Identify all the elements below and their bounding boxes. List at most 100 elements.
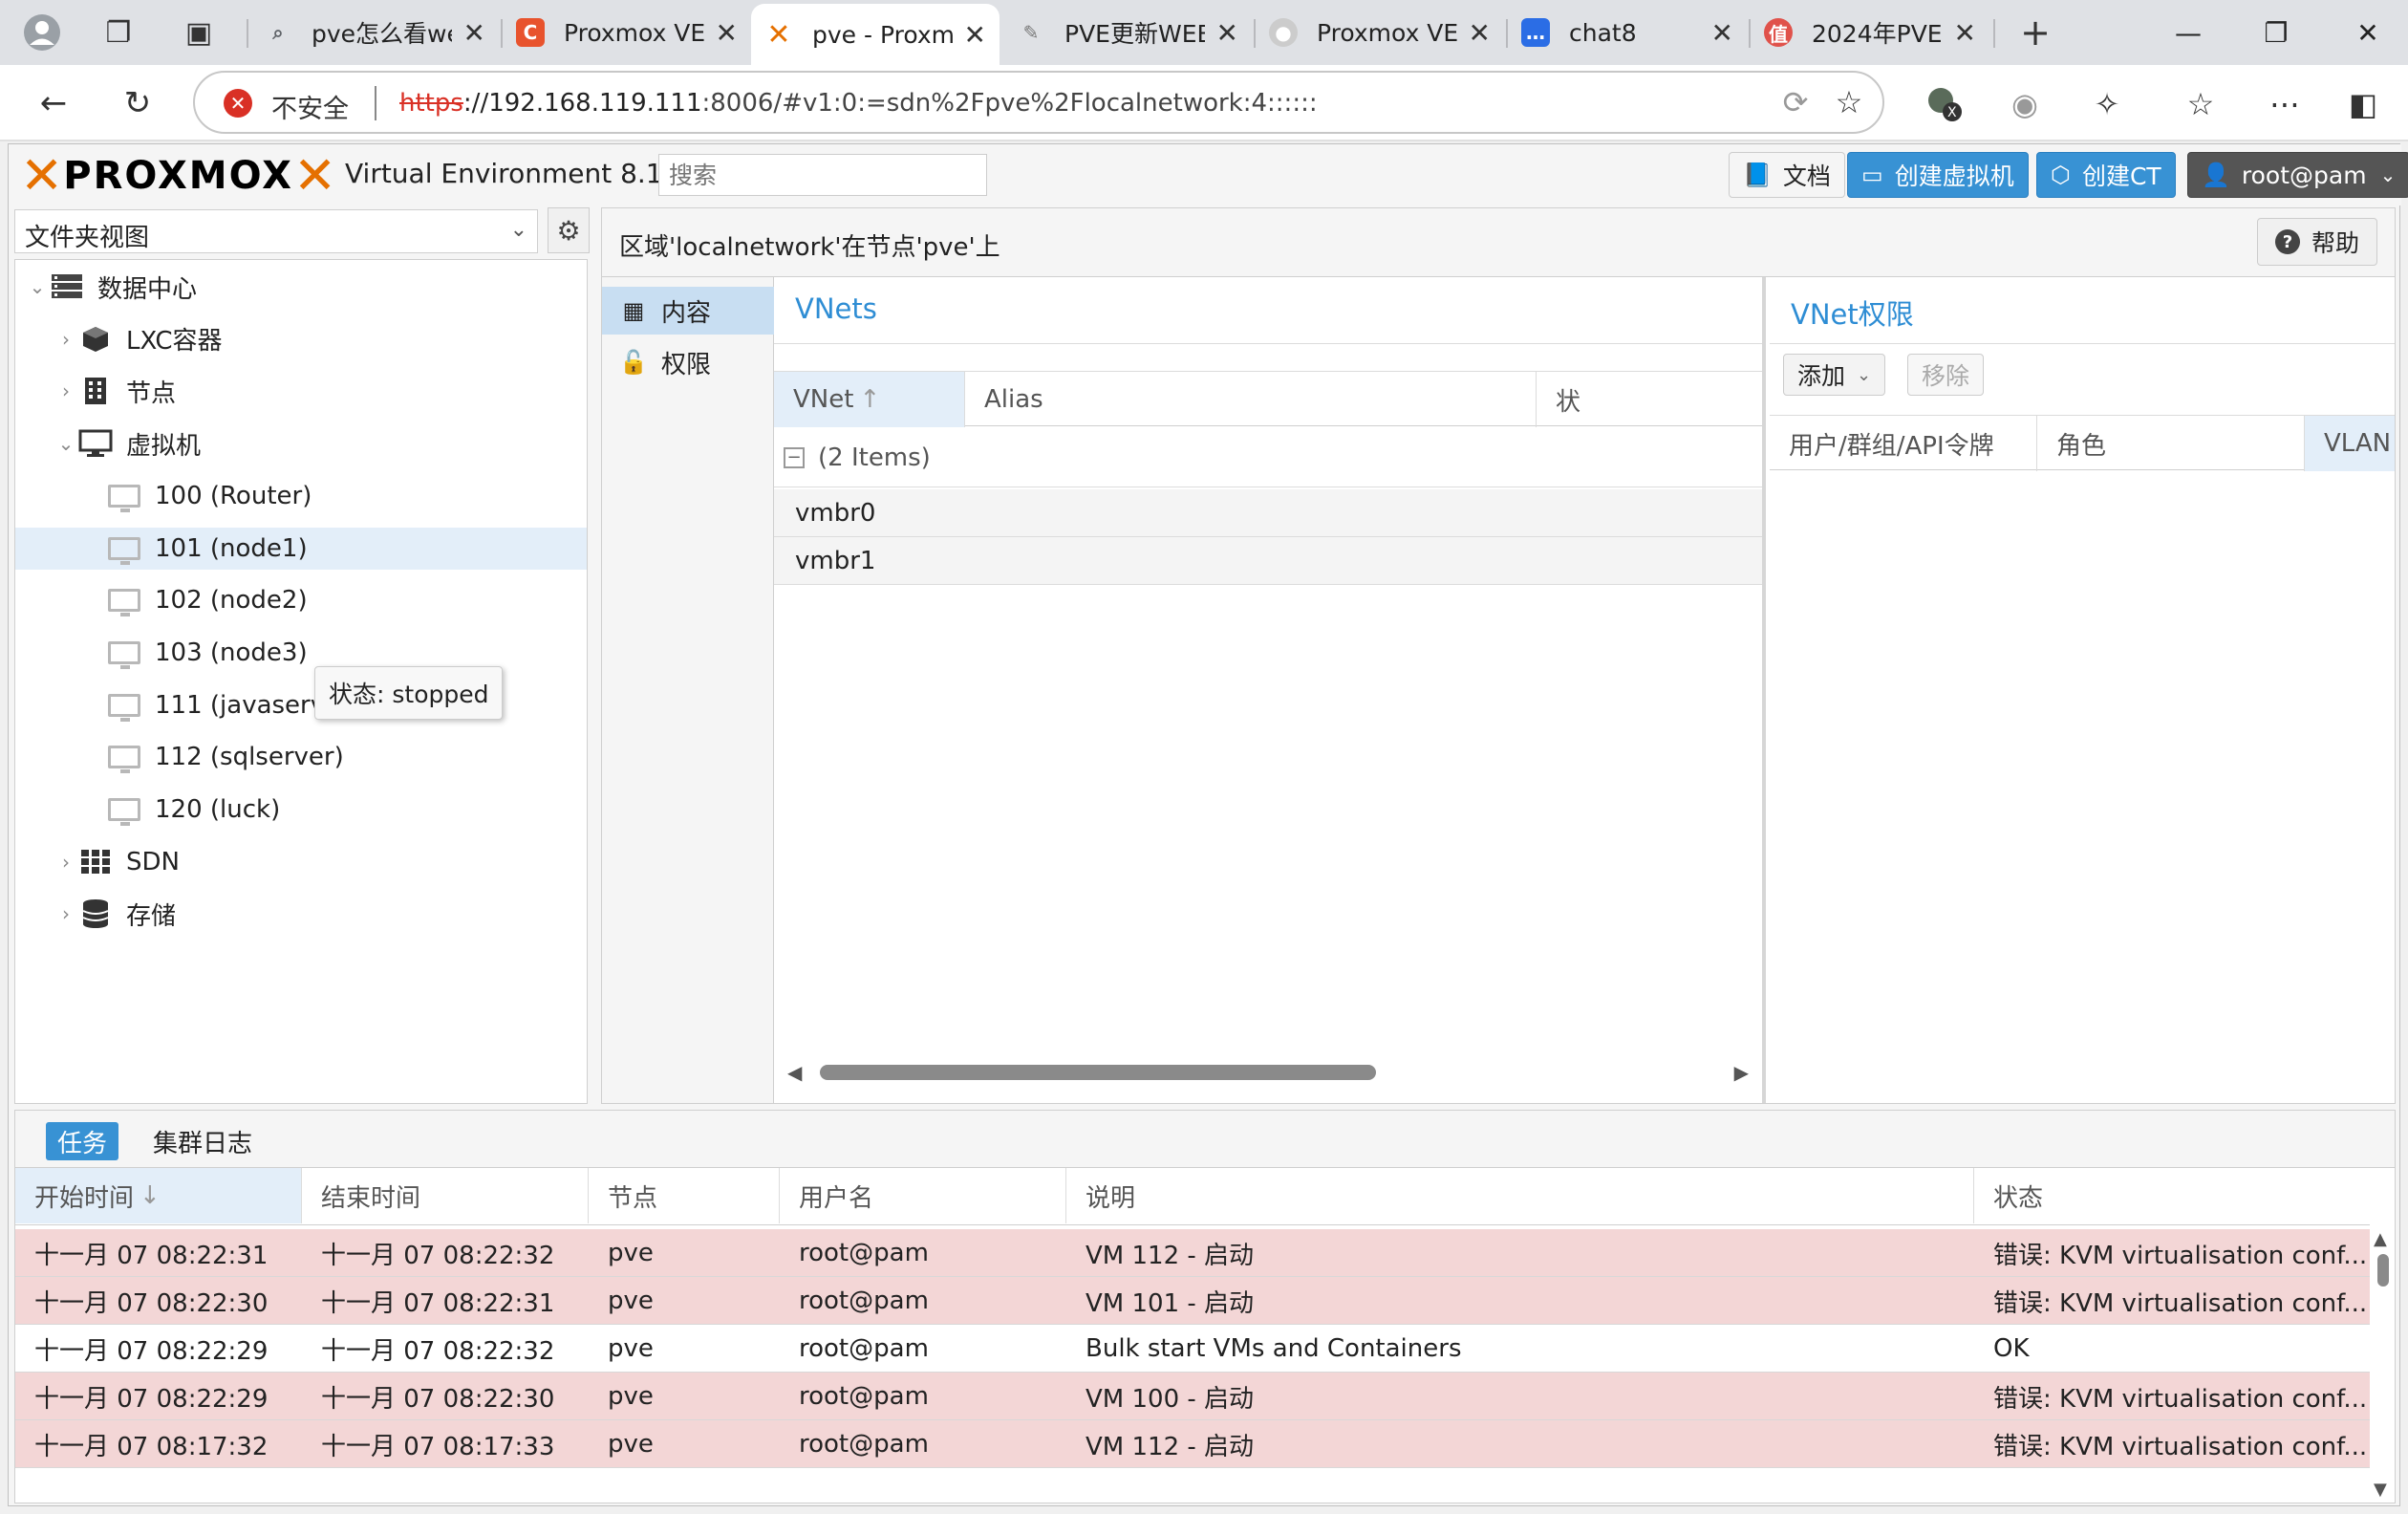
tab-cluster-log[interactable]: 集群日志 <box>141 1122 264 1160</box>
restore-icon[interactable]: ❐ <box>2247 10 2305 55</box>
browser-tab-7[interactable]: 值 2024年PVE8 ✕ <box>1751 6 1989 59</box>
close-tab-icon[interactable]: ✕ <box>716 17 738 49</box>
browser-tab-3-active[interactable]: ✕ pve - Proxmo ✕ <box>751 4 1000 65</box>
column-header-status[interactable]: 状 <box>1537 372 1762 427</box>
tree-node[interactable]: 100 (Router) <box>15 475 587 517</box>
favorite-star-icon[interactable]: ☆ <box>1827 80 1871 124</box>
browser-tab-4[interactable]: ✎ PVE更新WEB ✕ <box>1003 6 1252 59</box>
horizontal-scrollbar[interactable]: ◀ ▶ <box>774 1051 1762 1093</box>
expand-toggle-icon[interactable]: › <box>55 379 76 402</box>
tree-node[interactable]: › 节点 <box>15 370 587 412</box>
tree-node[interactable]: 112 (sqlserver) <box>15 736 587 778</box>
view-selector[interactable]: 文件夹视图 ⌄ <box>14 209 538 253</box>
tree-node[interactable]: › LXC容器 <box>15 318 587 360</box>
tree-node[interactable]: 101 (node1) <box>15 527 587 570</box>
column-header-description[interactable]: 说明 <box>1066 1168 1974 1223</box>
expand-toggle-icon[interactable]: › <box>55 902 76 925</box>
tree-node[interactable]: › SDN <box>15 841 587 883</box>
minimize-icon[interactable]: — <box>2160 10 2217 55</box>
tree-node-label: 103 (node3) <box>155 638 308 667</box>
expand-toggle-icon[interactable]: ⌄ <box>27 275 48 298</box>
task-row[interactable]: 十一月 07 08:17:32 十一月 07 08:17:33 pve root@pa… <box>15 1420 2370 1468</box>
column-header-role[interactable]: 角色 <box>2037 416 2305 471</box>
tree-node[interactable]: 102 (node2) <box>15 579 587 621</box>
close-tab-icon[interactable]: ✕ <box>964 19 986 51</box>
tree-node[interactable]: ⌄ 虚拟机 <box>15 422 587 465</box>
back-arrow-icon[interactable]: ← <box>31 80 76 126</box>
vnets-group-row[interactable]: − (2 Items) <box>774 428 1762 487</box>
extensions-puzzle-icon[interactable]: ✧ <box>2085 82 2129 126</box>
column-header-alias[interactable]: Alias <box>965 372 1537 427</box>
close-tab-icon[interactable]: ✕ <box>1469 17 1491 49</box>
scroll-down-icon[interactable]: ▼ <box>2374 1480 2387 1500</box>
circle-extension-icon[interactable]: ◉ <box>2003 82 2047 126</box>
task-cell-start: 十一月 07 08:22:29 <box>34 1384 269 1414</box>
column-header-user[interactable]: 用户名 <box>780 1168 1066 1223</box>
column-header-vlan[interactable]: VLAN ↑ <box>2305 416 2395 471</box>
tree-settings-gear-button[interactable]: ⚙ <box>548 207 590 253</box>
new-tab-icon[interactable]: + <box>2014 11 2056 54</box>
proxmox-app: ✕ PROXMOX ✕ Virtual Environment 8.1.4 📘文… <box>8 143 2408 1506</box>
tab-tasks[interactable]: 任务 <box>46 1122 119 1160</box>
task-row[interactable]: 十一月 07 08:22:30 十一月 07 08:22:31 pve root@pa… <box>15 1277 2370 1325</box>
subnav-item-permissions[interactable]: 🔓 权限 <box>602 338 774 386</box>
scroll-left-icon[interactable]: ◀ <box>787 1061 802 1084</box>
collapse-icon[interactable]: − <box>784 446 805 468</box>
scroll-right-icon[interactable]: ▶ <box>1734 1061 1749 1084</box>
sidebar-toggle-icon[interactable]: ◧ <box>2341 82 2385 126</box>
add-button[interactable]: 添加 ⌄ <box>1783 354 1886 396</box>
browser-tab-5[interactable]: ● Proxmox VE ✕ <box>1256 6 1504 59</box>
table-row[interactable]: vmbr0 <box>774 489 1762 537</box>
cube-icon <box>76 324 115 355</box>
remove-button[interactable]: 移除 <box>1907 354 1985 396</box>
expand-toggle-icon[interactable]: ⌄ <box>55 432 76 455</box>
close-tab-icon[interactable]: ✕ <box>1711 17 1733 49</box>
column-header-user[interactable]: 用户/群组/API令牌 <box>1770 416 2037 471</box>
scrollbar-thumb[interactable] <box>820 1065 1376 1080</box>
scroll-up-icon[interactable]: ▲ <box>2374 1229 2387 1249</box>
close-tab-icon[interactable]: ✕ <box>463 17 485 49</box>
translate-icon[interactable]: ⟳ <box>1774 80 1817 124</box>
favorites-list-icon[interactable]: ☆ <box>2179 82 2223 126</box>
docs-button[interactable]: 📘 文档 <box>1729 152 1845 198</box>
column-header-status[interactable]: 状态 <box>1974 1168 2370 1223</box>
task-row[interactable]: 十一月 07 08:22:29 十一月 07 08:22:32 pve root@pa… <box>15 1325 2370 1373</box>
tree-node[interactable]: › 存储 <box>15 893 587 935</box>
create-vm-button[interactable]: ▭ 创建虚拟机 <box>1847 152 2029 198</box>
scrollbar-thumb[interactable] <box>2377 1254 2389 1287</box>
address-bar[interactable]: ✕ 不安全 https://192.168.119.111:8006/#v1:0… <box>193 71 1884 134</box>
search-input[interactable] <box>658 154 987 196</box>
column-header-node[interactable]: 节点 <box>589 1168 780 1223</box>
column-header-end-time[interactable]: 结束时间 <box>302 1168 589 1223</box>
column-header-vnet[interactable]: VNet ↑ <box>774 372 965 427</box>
close-tab-icon[interactable]: ✕ <box>1216 17 1238 49</box>
security-label[interactable]: 不安全 <box>271 88 349 125</box>
vertical-scrollbar[interactable]: ▲ ▼ <box>2374 1229 2393 1504</box>
user-menu-button[interactable]: 👤 root@pam ⌄ <box>2187 152 2408 198</box>
expand-toggle-icon[interactable]: › <box>55 851 76 874</box>
url-text[interactable]: https://192.168.119.111:8006/#v1:0:=sdn%… <box>399 89 1318 118</box>
browser-tab-2[interactable]: C Proxmox VE ✕ <box>503 6 751 59</box>
close-tab-icon[interactable]: ✕ <box>1954 17 1976 49</box>
workspaces-icon[interactable]: ❐ <box>97 11 140 54</box>
help-button[interactable]: ? 帮助 <box>2256 218 2377 266</box>
tree-node-label: 数据中心 <box>97 274 198 304</box>
expand-toggle-icon[interactable]: › <box>55 328 76 351</box>
extension-badge-icon[interactable]: X <box>1923 82 1967 126</box>
task-row[interactable]: 十一月 07 08:22:31 十一月 07 08:22:32 pve root@pa… <box>15 1229 2370 1277</box>
browser-tab-1[interactable]: ⌕ pve怎么看we ✕ <box>250 6 499 59</box>
browser-tab-6[interactable]: … chat8 ✕ <box>1508 6 1747 59</box>
tree-node[interactable]: ⌄ 数据中心 <box>15 266 587 308</box>
subnav-item-content[interactable]: ▦ 内容 <box>602 287 774 335</box>
table-row[interactable]: vmbr1 <box>774 537 1762 585</box>
close-window-icon[interactable]: ✕ <box>2339 10 2397 55</box>
tree-node[interactable]: 120 (luck) <box>15 789 587 831</box>
vm-icon <box>105 481 143 512</box>
column-header-start-time[interactable]: 开始时间 ↓ <box>15 1168 302 1223</box>
profile-avatar-icon[interactable] <box>21 11 63 54</box>
vertical-tabs-icon[interactable]: ▣ <box>178 11 220 54</box>
more-menu-icon[interactable]: ⋯ <box>2263 82 2307 126</box>
create-ct-button[interactable]: ⬡ 创建CT <box>2036 152 2176 198</box>
task-row[interactable]: 十一月 07 08:22:29 十一月 07 08:22:30 pve root@pa… <box>15 1373 2370 1420</box>
reload-icon[interactable]: ↻ <box>115 80 161 126</box>
